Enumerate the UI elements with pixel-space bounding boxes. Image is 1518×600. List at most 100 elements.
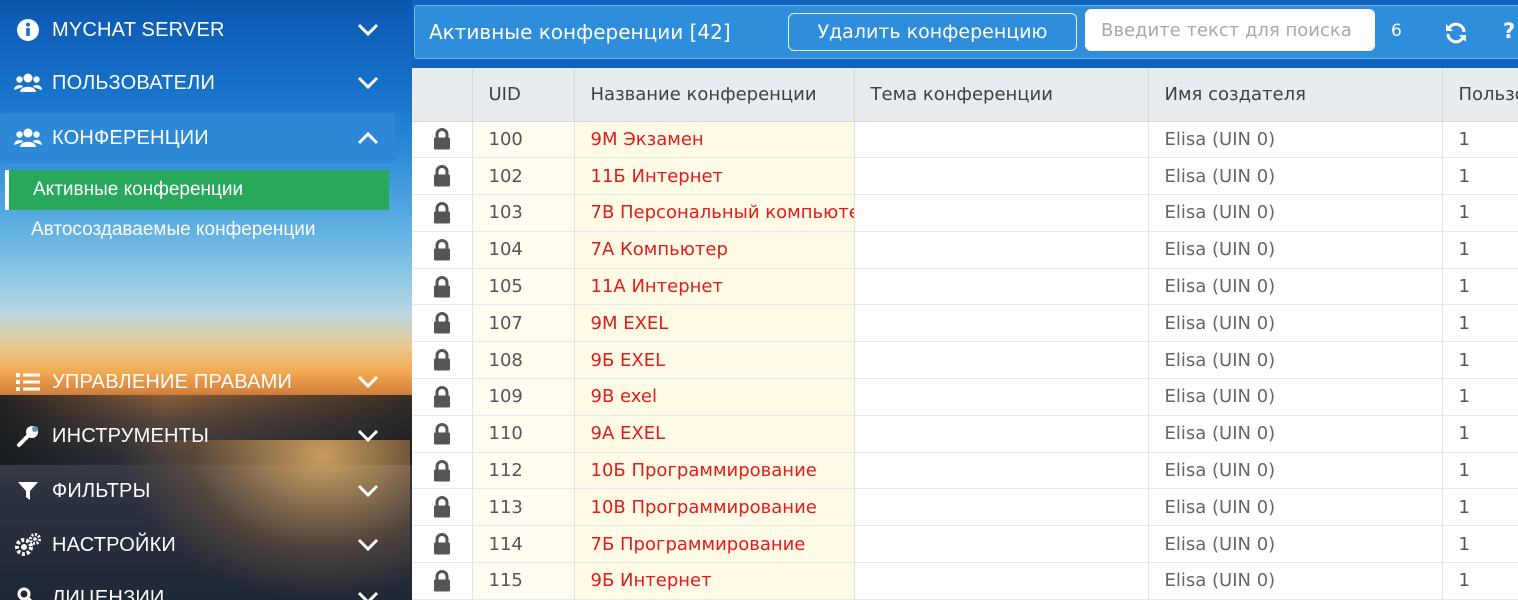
uid-cell: 115	[472, 562, 575, 600]
users-count-cell: 1	[1442, 562, 1518, 600]
conference-name-cell[interactable]: 11Б Интернет	[574, 157, 855, 196]
conference-name-cell[interactable]: 9А EXEL	[574, 415, 855, 453]
sidebar-subitem-auto-conferences[interactable]: Автосоздаваемые конференции	[5, 210, 389, 250]
lock-icon	[433, 422, 451, 445]
help-button[interactable]: ?	[1503, 19, 1515, 43]
table-header-row: UID Название конференции Тема конференци…	[412, 68, 1518, 122]
lock-icon	[433, 570, 451, 592]
lock-cell	[412, 525, 473, 564]
conference-name-cell[interactable]: 11А Интернет	[574, 268, 855, 306]
sidebar-item-rights-management[interactable]: УПРАВЛЕНИЕ ПРАВАМИ	[0, 357, 395, 407]
uid-cell: 105	[472, 268, 575, 306]
conference-topic-cell	[854, 488, 1149, 527]
conference-name-cell[interactable]: 9Б Интернет	[574, 562, 855, 600]
conference-topic-cell	[854, 268, 1149, 306]
chevron-down-icon	[355, 70, 381, 96]
uid-cell: 100	[472, 121, 575, 159]
users-count-cell: 1	[1442, 525, 1518, 564]
chevron-down-icon	[355, 369, 381, 395]
table-row[interactable]: 115 9Б Интернет Elisa (UIN 0) 1	[412, 562, 1518, 600]
table-row[interactable]: 105 11А Интернет Elisa (UIN 0) 1	[412, 268, 1518, 306]
sidebar-subitem-active-conferences[interactable]: Активные конференции	[5, 170, 389, 210]
users-icon	[14, 69, 42, 97]
column-header-lock[interactable]	[412, 68, 473, 122]
table-row[interactable]: 113 10В Программирование Elisa (UIN 0) 1	[412, 488, 1518, 527]
column-header-topic[interactable]: Тема конференции	[854, 68, 1149, 122]
lock-cell	[412, 231, 473, 269]
sidebar-item-label: ПОЛЬЗОВАТЕЛИ	[52, 71, 216, 94]
creator-cell: Elisa (UIN 0)	[1148, 268, 1443, 306]
creator-cell: Elisa (UIN 0)	[1148, 121, 1443, 159]
column-header-name[interactable]: Название конференции	[574, 68, 855, 122]
conference-name-cell[interactable]: 9М EXEL	[574, 304, 855, 343]
search-input[interactable]	[1085, 9, 1375, 51]
conference-name-cell[interactable]: 10Б Программирование	[574, 452, 855, 490]
creator-cell: Elisa (UIN 0)	[1148, 562, 1443, 600]
lock-icon	[433, 349, 451, 371]
conference-name-cell[interactable]: 9В exel	[574, 378, 855, 416]
conference-topic-cell	[854, 378, 1149, 416]
uid-cell: 109	[472, 378, 575, 416]
lock-cell	[412, 562, 473, 600]
sidebar-item-tools[interactable]: ИНСТРУМЕНТЫ	[0, 411, 395, 461]
lock-icon	[433, 275, 451, 298]
lock-cell	[412, 415, 473, 453]
conference-name-cell[interactable]: 7Б Программирование	[574, 525, 855, 564]
table-row[interactable]: 114 7Б Программирование Elisa (UIN 0) 1	[412, 525, 1518, 564]
lock-icon	[433, 459, 451, 482]
table-row[interactable]: 109 9В exel Elisa (UIN 0) 1	[412, 378, 1518, 416]
uid-cell: 113	[472, 488, 575, 527]
lock-cell	[412, 268, 473, 306]
sidebar-item-mychat-server[interactable]: MYCHAT SERVER	[0, 5, 395, 55]
users-count-cell: 1	[1442, 304, 1518, 343]
users-count-cell: 1	[1442, 268, 1518, 306]
creator-cell: Elisa (UIN 0)	[1148, 488, 1443, 527]
toolbar: Активные конференции [42] Удалить конфер…	[412, 0, 1518, 68]
conference-name-cell[interactable]: 10В Программирование	[574, 488, 855, 527]
uid-cell: 103	[472, 194, 575, 232]
uid-cell: 102	[472, 157, 575, 196]
creator-cell: Elisa (UIN 0)	[1148, 157, 1443, 196]
lock-icon	[433, 496, 451, 518]
refresh-icon[interactable]	[1441, 18, 1471, 48]
table-row[interactable]: 104 7А Компьютер Elisa (UIN 0) 1	[412, 231, 1518, 269]
lock-icon	[433, 312, 451, 334]
conference-name-cell[interactable]: 9М Экзамен	[574, 121, 855, 159]
table-row[interactable]: 108 9Б EXEL Elisa (UIN 0) 1	[412, 341, 1518, 380]
lock-cell	[412, 121, 473, 159]
lock-cell	[412, 304, 473, 343]
sidebar-item-filters[interactable]: ФИЛЬТРЫ	[0, 466, 395, 516]
table-row[interactable]: 110 9А EXEL Elisa (UIN 0) 1	[412, 415, 1518, 453]
sidebar-item-label: УПРАВЛЕНИЕ ПРАВАМИ	[52, 370, 293, 393]
sidebar-item-settings[interactable]: НАСТРОЙКИ	[0, 520, 395, 570]
conference-name-cell[interactable]: 7В Персональный компьюте	[574, 194, 855, 232]
table-row[interactable]: 103 7В Персональный компьюте Elisa (UIN 0)…	[412, 194, 1518, 232]
column-header-creator[interactable]: Имя создателя	[1148, 68, 1443, 122]
lock-cell	[412, 341, 473, 380]
creator-cell: Elisa (UIN 0)	[1148, 341, 1443, 380]
chevron-down-icon	[355, 423, 381, 449]
sidebar-item-licenses[interactable]: ЛИЦЕНЗИИ	[0, 573, 395, 600]
creator-cell: Elisa (UIN 0)	[1148, 415, 1443, 453]
sidebar-item-users[interactable]: ПОЛЬЗОВАТЕЛИ	[0, 58, 395, 108]
sidebar-item-conferences[interactable]: КОНФЕРЕНЦИИ	[0, 113, 395, 163]
lock-icon	[433, 386, 451, 408]
filter-icon	[14, 477, 42, 505]
uid-cell: 104	[472, 231, 575, 269]
lock-cell	[412, 452, 473, 490]
creator-cell: Elisa (UIN 0)	[1148, 525, 1443, 564]
conference-name-cell[interactable]: 7А Компьютер	[574, 231, 855, 269]
chevron-up-icon	[355, 125, 381, 151]
conference-name-cell[interactable]: 9Б EXEL	[574, 341, 855, 380]
chevron-down-icon	[355, 532, 381, 558]
table-row[interactable]: 107 9М EXEL Elisa (UIN 0) 1	[412, 304, 1518, 343]
table-row[interactable]: 112 10Б Программирование Elisa (UIN 0) 1	[412, 452, 1518, 490]
conference-topic-cell	[854, 341, 1149, 380]
table-row[interactable]: 100 9М Экзамен Elisa (UIN 0) 1	[412, 121, 1518, 159]
column-header-users[interactable]: Пользо	[1442, 68, 1518, 122]
column-header-uid[interactable]: UID	[472, 68, 575, 122]
delete-conference-button[interactable]: Удалить конференцию	[788, 13, 1077, 51]
conference-topic-cell	[854, 525, 1149, 564]
table-row[interactable]: 102 11Б Интернет Elisa (UIN 0) 1	[412, 157, 1518, 196]
creator-cell: Elisa (UIN 0)	[1148, 231, 1443, 269]
